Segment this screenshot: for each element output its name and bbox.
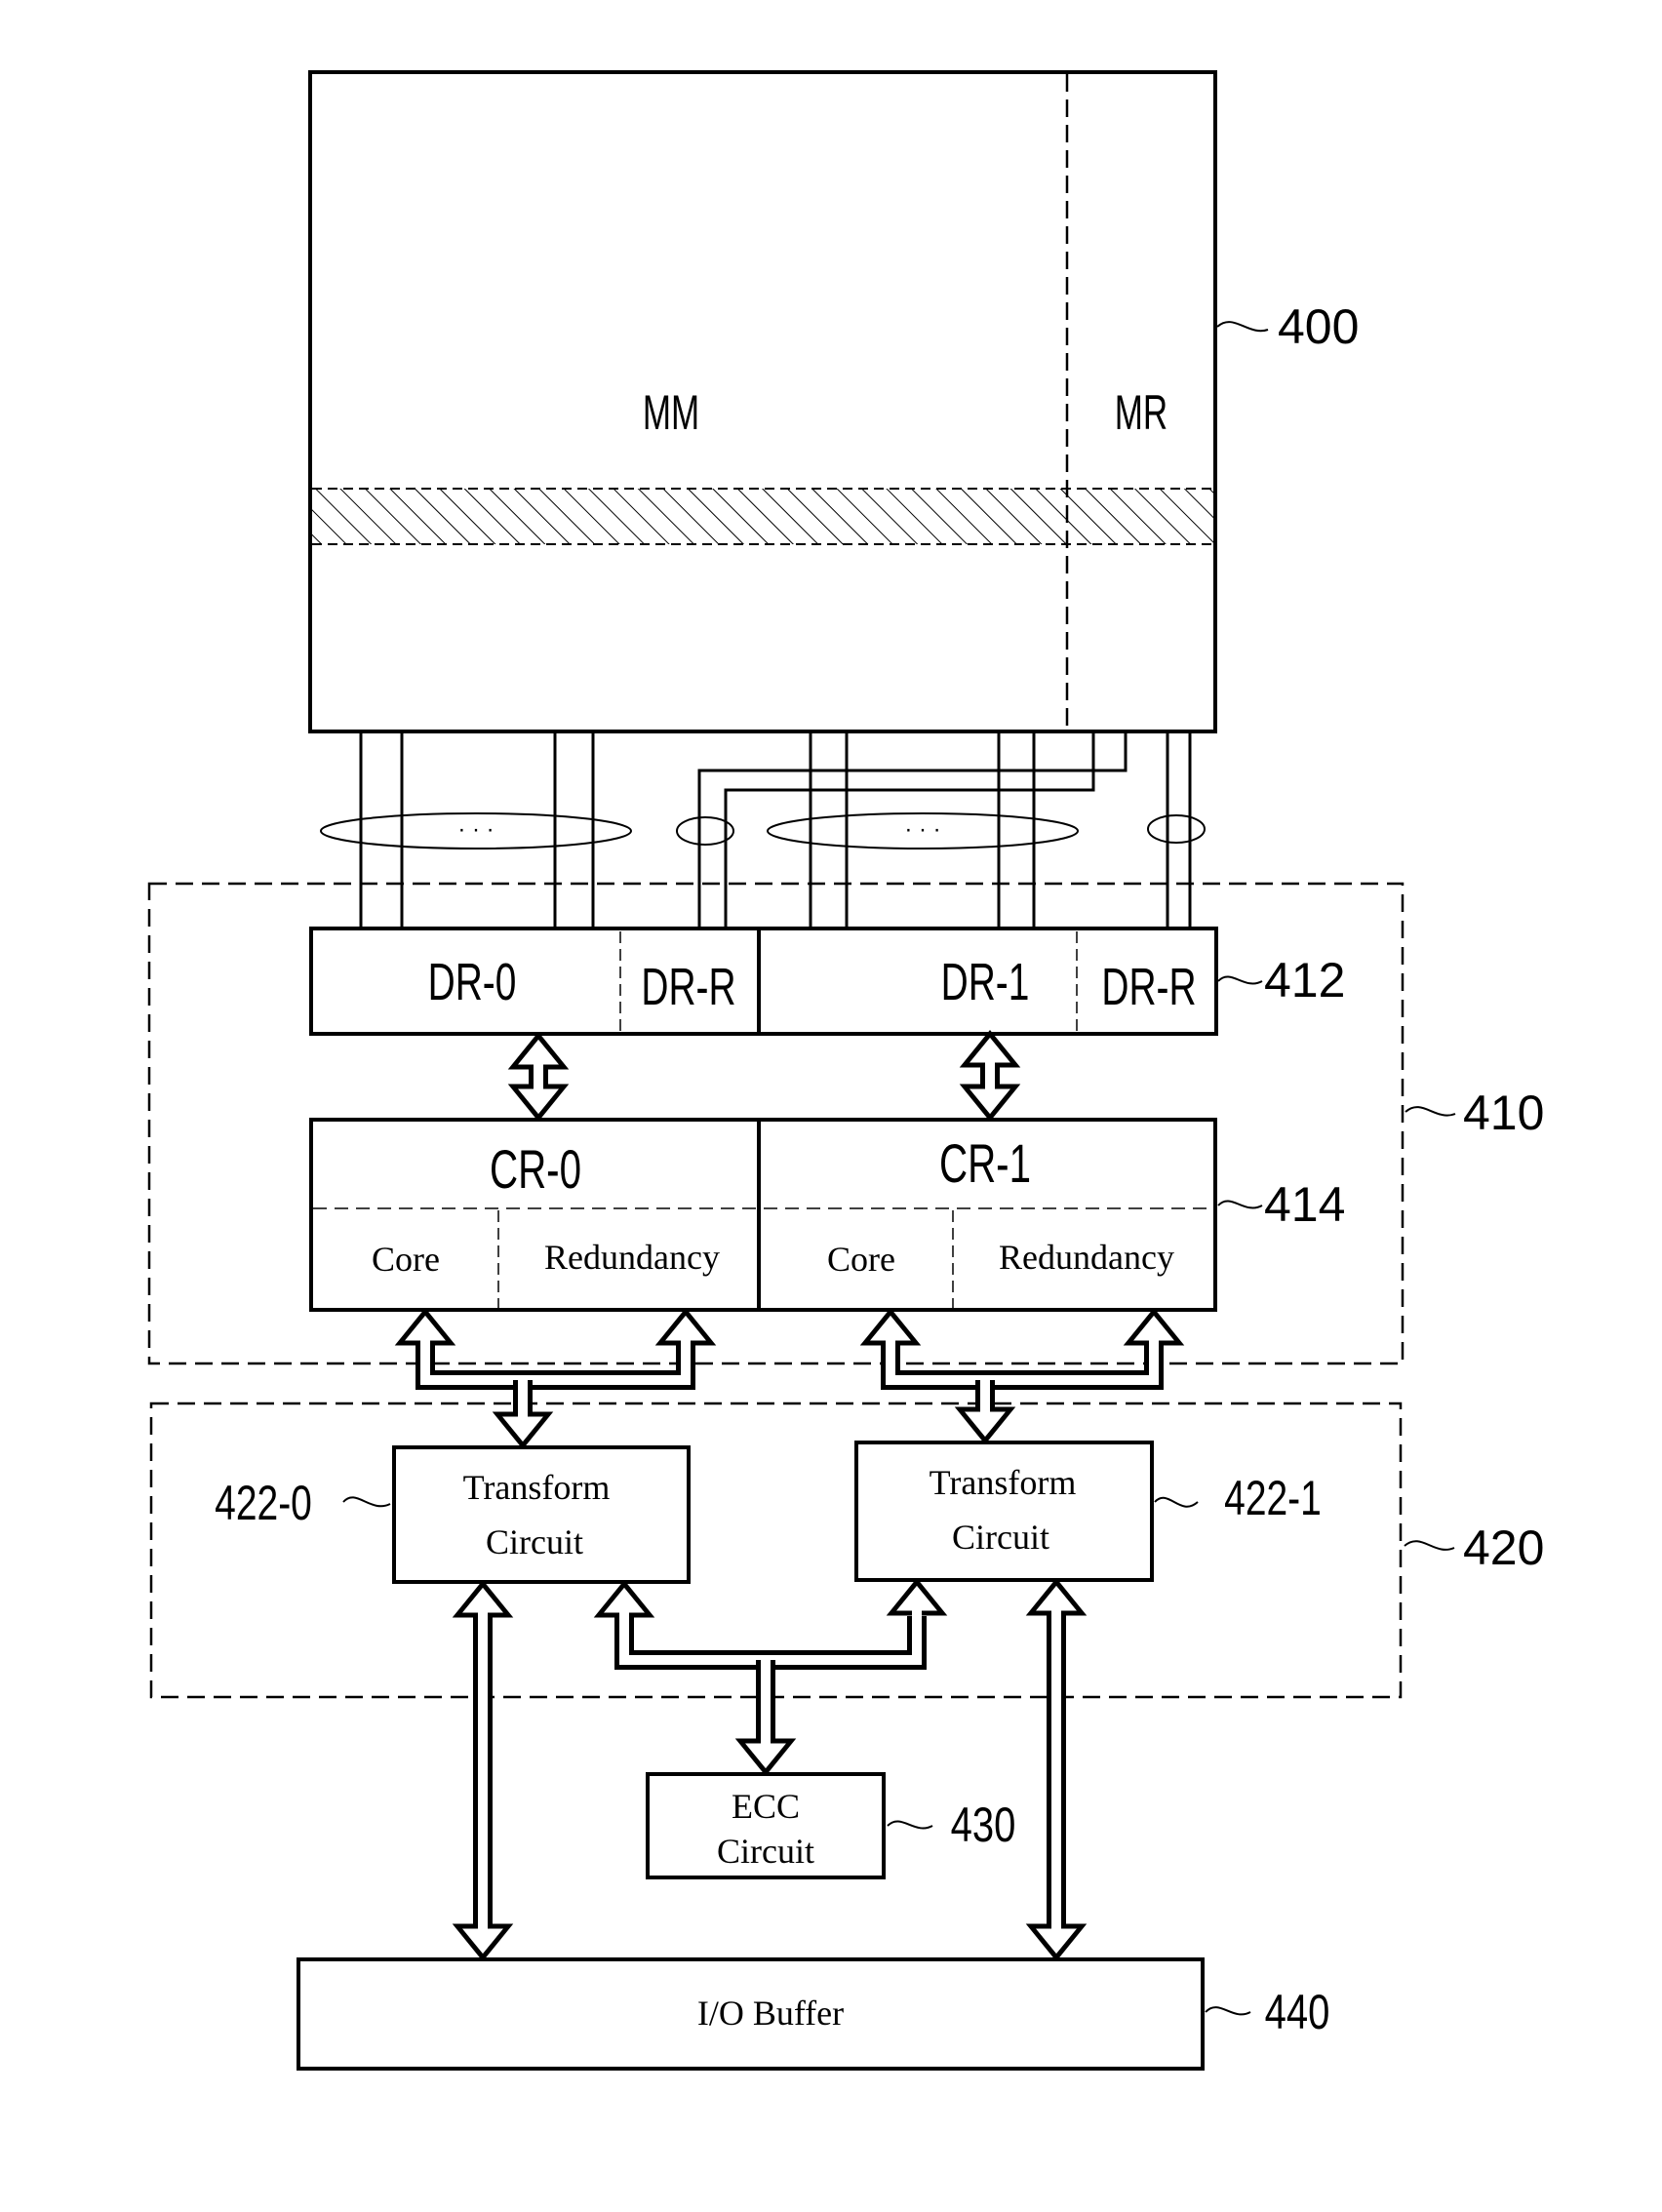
ref-leader-422-0 [342,1496,391,1508]
ref-430: 430 [951,1797,1016,1852]
ref-440: 440 [1265,1985,1330,2039]
ref-leader-414 [1217,1200,1263,1209]
ellipsis-right: · · · [904,816,940,843]
ecc-line2: Circuit [717,1832,814,1871]
transform-1-line2: Circuit [952,1518,1049,1557]
memory-array: MM MR 400 [308,70,1359,733]
ref-422-1: 422-1 [1224,1470,1322,1525]
bitline-group-markers [320,812,1206,849]
tc-ecc-bus-outline [614,1616,927,1670]
ref-leader-420 [1404,1540,1455,1551]
ref-leader-430 [887,1820,933,1830]
ref-leader-440 [1205,2006,1251,2016]
ref-leader-422-1 [1154,1496,1199,1508]
cr0-core-label: Core [372,1240,440,1279]
ellipsis-left: · · · [457,816,494,843]
group-ellipse-dr1-r [1147,814,1206,844]
ref-420: 420 [1463,1521,1544,1575]
ref-leader-410 [1405,1106,1456,1117]
block-diagram: MM MR 400 · · · · · · 410 DR-0 DR-R DR-1… [147,70,1544,2071]
ecc-line1: ECC [732,1787,800,1826]
ref-400: 400 [1278,299,1359,354]
transform-0-line1: Transform [463,1468,611,1507]
transform-circuit-0: Transform Circuit 422-0 [215,1445,691,1584]
mr-label: MR [1115,386,1167,441]
cr1-label: CR-1 [939,1134,1031,1195]
dr1-r-label: DR-R [1101,957,1196,1016]
ref-410: 410 [1463,1086,1544,1140]
transform-0-line2: Circuit [486,1522,583,1561]
cr0-label: CR-0 [490,1140,581,1201]
transform-1-line1: Transform [930,1463,1077,1502]
ref-leader-412 [1217,975,1263,985]
ref-leader-400 [1216,321,1269,333]
ref-414: 414 [1264,1177,1345,1232]
data-registers: DR-0 DR-R DR-1 DR-R 412 [309,927,1345,1036]
dr0-label: DR-0 [428,952,517,1011]
cr1-redundancy-label: Redundancy [999,1238,1174,1277]
ref-412: 412 [1264,953,1345,1007]
cr1-tc1-bus-outline [881,1344,1164,1390]
cr1-core-label: Core [827,1240,895,1279]
dr0-r-label: DR-R [641,957,735,1016]
cr0-tc0-bus-outline [416,1344,695,1390]
io-buffer: I/O Buffer 440 [297,1957,1330,2071]
transform-circuit-1: Transform Circuit 422-1 [854,1441,1322,1582]
dr1-label: DR-1 [941,952,1030,1011]
io-buffer-label: I/O Buffer [697,1994,844,2033]
cr0-redundancy-label: Redundancy [544,1238,720,1277]
ecc-circuit: ECC Circuit 430 [646,1772,1016,1879]
ref-422-0: 422-0 [215,1475,312,1530]
hatched-row [312,489,1213,544]
memory-array-box [308,70,1217,733]
mm-label: MM [643,386,699,441]
cache-registers: CR-0 CR-1 Core Redundancy Core Redundanc… [309,1118,1345,1312]
